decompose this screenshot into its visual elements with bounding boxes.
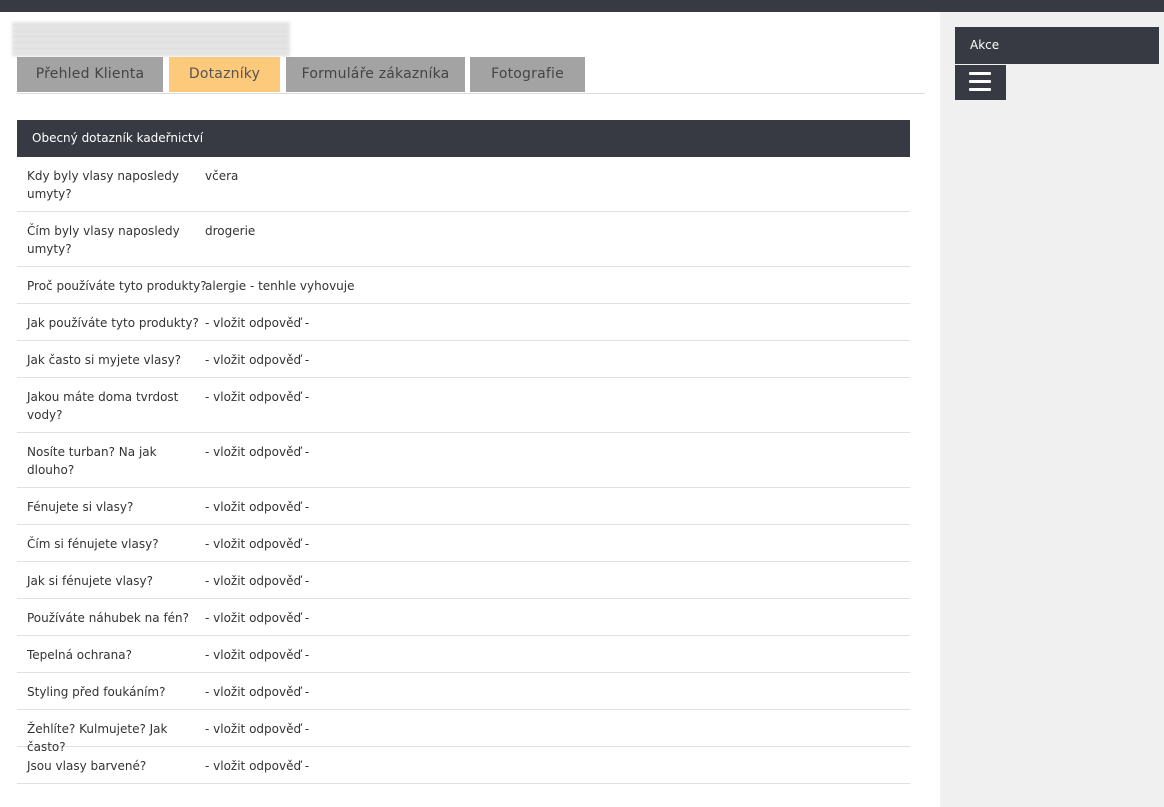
top-bar	[0, 0, 1164, 12]
questionnaire-title: Obecný dotazník kadeřnictví	[17, 120, 910, 157]
answer-field[interactable]: - vložit odpověď -	[205, 720, 309, 738]
question-label: Čím byly vlasy naposledy umyty?	[27, 224, 180, 256]
table-row: Tepelná ochrana? - vložit odpověď -	[17, 636, 910, 673]
tab-fotografie[interactable]: Fotografie	[470, 57, 585, 92]
answer-field[interactable]: včera	[205, 167, 238, 185]
table-row: Jak si fénujete vlasy? - vložit odpověď …	[17, 562, 910, 599]
answer-field[interactable]: - vložit odpověď -	[205, 314, 309, 332]
question-label: Používáte náhubek na fén?	[27, 611, 190, 625]
hamburger-menu-icon[interactable]	[955, 65, 1006, 100]
question-label: Fénujete si vlasy?	[27, 500, 134, 514]
answer-field[interactable]: - vložit odpověď -	[205, 351, 309, 369]
tab-prehled-klienta[interactable]: Přehled Klienta	[17, 57, 163, 92]
table-row: Fénujete si vlasy? - vložit odpověď -	[17, 488, 910, 525]
answer-field[interactable]: - vložit odpověď -	[205, 388, 309, 406]
table-row: Kdy byly vlasy naposledy umyty? včera	[17, 157, 910, 212]
answer-field[interactable]: - vložit odpověď -	[205, 535, 309, 553]
table-row: Jsou vlasy barvené? - vložit odpověď -	[17, 747, 910, 784]
table-row: Styling před foukáním? - vložit odpověď …	[17, 673, 910, 710]
question-label: Jak si fénujete vlasy?	[27, 574, 154, 588]
table-row: Proč používáte tyto produkty? alergie - …	[17, 267, 910, 304]
answer-field[interactable]: - vložit odpověď -	[205, 609, 309, 627]
question-label: Proč používáte tyto produkty?	[27, 279, 207, 293]
answer-field[interactable]: - vložit odpověď -	[205, 646, 309, 664]
questionnaire-table: Kdy byly vlasy naposledy umyty? včera Čí…	[17, 157, 910, 784]
answer-field[interactable]: - vložit odpověď -	[205, 757, 309, 775]
table-row: Nosíte turban? Na jak dlouho? - vložit o…	[17, 433, 910, 488]
answer-field[interactable]: - vložit odpověď -	[205, 572, 309, 590]
question-label: Tepelná ochrana?	[27, 648, 132, 662]
table-row: Jak často si myjete vlasy? - vložit odpo…	[17, 341, 910, 378]
answer-field[interactable]: - vložit odpověď -	[205, 443, 309, 461]
table-row: Čím si fénujete vlasy? - vložit odpověď …	[17, 525, 910, 562]
tab-formulare-zakaznika[interactable]: Formuláře zákazníka	[286, 57, 465, 92]
tab-bar: Přehled Klienta Dotazníky Formuláře záka…	[17, 57, 925, 94]
client-name-blurred	[12, 22, 290, 56]
table-row: Žehlíte? Kulmujete? Jak často? - vložit …	[17, 710, 910, 754]
answer-field[interactable]: - vložit odpověď -	[205, 683, 309, 701]
tab-dotazniky[interactable]: Dotazníky	[169, 57, 280, 92]
table-row: Jakou máte doma tvrdost vody? - vložit o…	[17, 378, 910, 433]
question-label: Čím si fénujete vlasy?	[27, 537, 159, 551]
question-label: Styling před foukáním?	[27, 685, 166, 699]
actions-header: Akce	[955, 27, 1159, 64]
answer-field[interactable]: drogerie	[205, 222, 255, 240]
question-label: Nosíte turban? Na jak dlouho?	[27, 445, 157, 477]
question-label: Jak používáte tyto produkty?	[27, 316, 199, 330]
question-label: Jsou vlasy barvené?	[27, 759, 147, 773]
answer-field[interactable]: alergie - tenhle vyhovuje	[205, 277, 355, 295]
table-row: Čím byly vlasy naposledy umyty? drogerie	[17, 212, 910, 267]
answer-field[interactable]: - vložit odpověď -	[205, 498, 309, 516]
question-label: Jak často si myjete vlasy?	[27, 353, 182, 367]
question-label: Jakou máte doma tvrdost vody?	[27, 390, 179, 422]
table-row: Jak používáte tyto produkty? - vložit od…	[17, 304, 910, 341]
table-row: Používáte náhubek na fén? - vložit odpov…	[17, 599, 910, 636]
sidebar	[940, 12, 1164, 807]
question-label: Kdy byly vlasy naposledy umyty?	[27, 169, 179, 201]
